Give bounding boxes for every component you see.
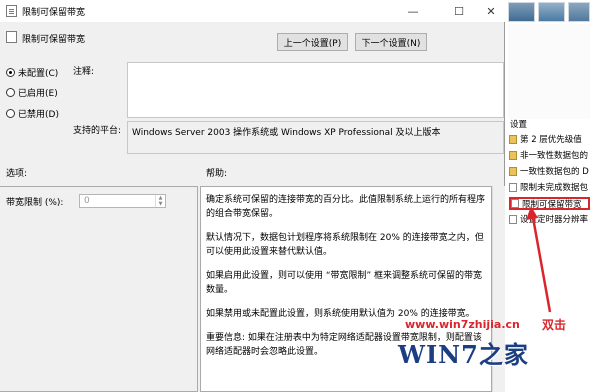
help-paragraph: 默认情况下，数据包计划程序将系统限制在 20% 的连接带宽之内，但可以使用此设置… (206, 233, 484, 257)
policy-dialog: 限制可保留带宽 — ☐ ✕ 限制可保留带宽 上一个设置(P) 下一个设置(N) … (0, 0, 505, 392)
radio-icon[interactable] (6, 88, 15, 97)
setting-list-item[interactable]: 非一致性数据包的 (509, 149, 590, 161)
radio-enabled[interactable]: 已启用(E) (6, 86, 58, 99)
spin-arrows-icon[interactable]: ▲ ▼ (155, 195, 165, 207)
watermark-url: www.win7zhijia.cn (405, 318, 520, 331)
setting-list-item[interactable]: 一致性数据包的 D (509, 165, 590, 177)
policy-title: 限制可保留带宽 (22, 35, 86, 45)
setting-item-label: 一致性数据包的 D (520, 167, 589, 177)
previous-setting-button[interactable]: 上一个设置(P) (277, 33, 348, 51)
title-bar: 限制可保留带宽 — ☐ ✕ (0, 0, 505, 22)
help-paragraph: 如果启用此设置，则可以使用 “带宽限制” 框来调整系统可保留的带宽数量。 (206, 271, 483, 295)
policy-setting-icon (511, 199, 519, 208)
radio-icon[interactable] (6, 109, 15, 118)
policy-setting-icon (6, 5, 17, 17)
setting-list-item[interactable]: 限制未完成数据包 (509, 181, 590, 193)
radio-label: 未配置(C) (18, 69, 59, 79)
options-label: 选项: (6, 169, 28, 179)
watermark-logo: WIN7之家 (398, 340, 529, 369)
setting-item-label: 限制可保留带宽 (522, 199, 582, 210)
setting-list-item[interactable]: 第 2 层优先级值 (509, 133, 590, 145)
bandwidth-limit-label: 带宽限制 (%): (6, 198, 64, 208)
comment-label: 注释: (73, 67, 95, 77)
next-setting-button[interactable]: 下一个设置(N) (355, 33, 427, 51)
policy-setting-icon (6, 31, 17, 43)
bandwidth-limit-spinbox[interactable]: 0 ▲ ▼ (79, 194, 166, 208)
radio-label: 已禁用(D) (18, 110, 59, 120)
setting-list-item[interactable]: 设置定时器分辨率 (509, 213, 590, 225)
setting-item-label: 限制未完成数据包 (520, 183, 589, 193)
folder-icon (509, 150, 517, 160)
desktop-thumbnail (508, 2, 535, 22)
radio-not-configured[interactable]: 未配置(C) (6, 66, 58, 79)
folder-icon (509, 166, 517, 176)
radio-disabled[interactable]: 已禁用(D) (6, 107, 59, 120)
options-panel: 带宽限制 (%): 0 ▲ ▼ (0, 186, 198, 392)
window-title: 限制可保留带宽 (22, 8, 86, 18)
help-paragraph: 确定系统可保留的连接带宽的百分比。此值限制系统上运行的所有程序的组合带宽保留。 (206, 195, 486, 219)
setting-item-label: 第 2 层优先级值 (520, 135, 582, 145)
setting-item-label: 非一致性数据包的 (520, 151, 589, 161)
desktop-thumbnail (538, 2, 565, 22)
bandwidth-limit-value[interactable]: 0 (84, 196, 90, 206)
close-button[interactable]: ✕ (476, 0, 506, 22)
desktop-thumbnail (568, 2, 590, 22)
supported-on-value: Windows Server 2003 操作系统或 Windows XP Pro… (127, 121, 504, 154)
radio-label: 已启用(E) (18, 89, 58, 99)
policy-setting-icon (509, 214, 517, 224)
double-click-annotation: 双击 (542, 318, 567, 332)
maximize-button[interactable]: ☐ (444, 0, 474, 22)
radio-selected-icon[interactable] (6, 68, 15, 77)
minimize-button[interactable]: — (398, 0, 428, 22)
setting-item-label: 设置定时器分辨率 (520, 215, 589, 225)
policy-setting-icon (509, 182, 517, 192)
folder-icon (509, 134, 517, 144)
comment-textarea[interactable] (127, 62, 504, 118)
settings-column-header: 设置 (510, 120, 528, 130)
setting-list-item-highlighted[interactable]: 限制可保留带宽 (509, 197, 590, 210)
help-label: 帮助: (206, 169, 228, 179)
supported-on-label: 支持的平台: (73, 126, 122, 136)
background-panel (508, 24, 590, 119)
